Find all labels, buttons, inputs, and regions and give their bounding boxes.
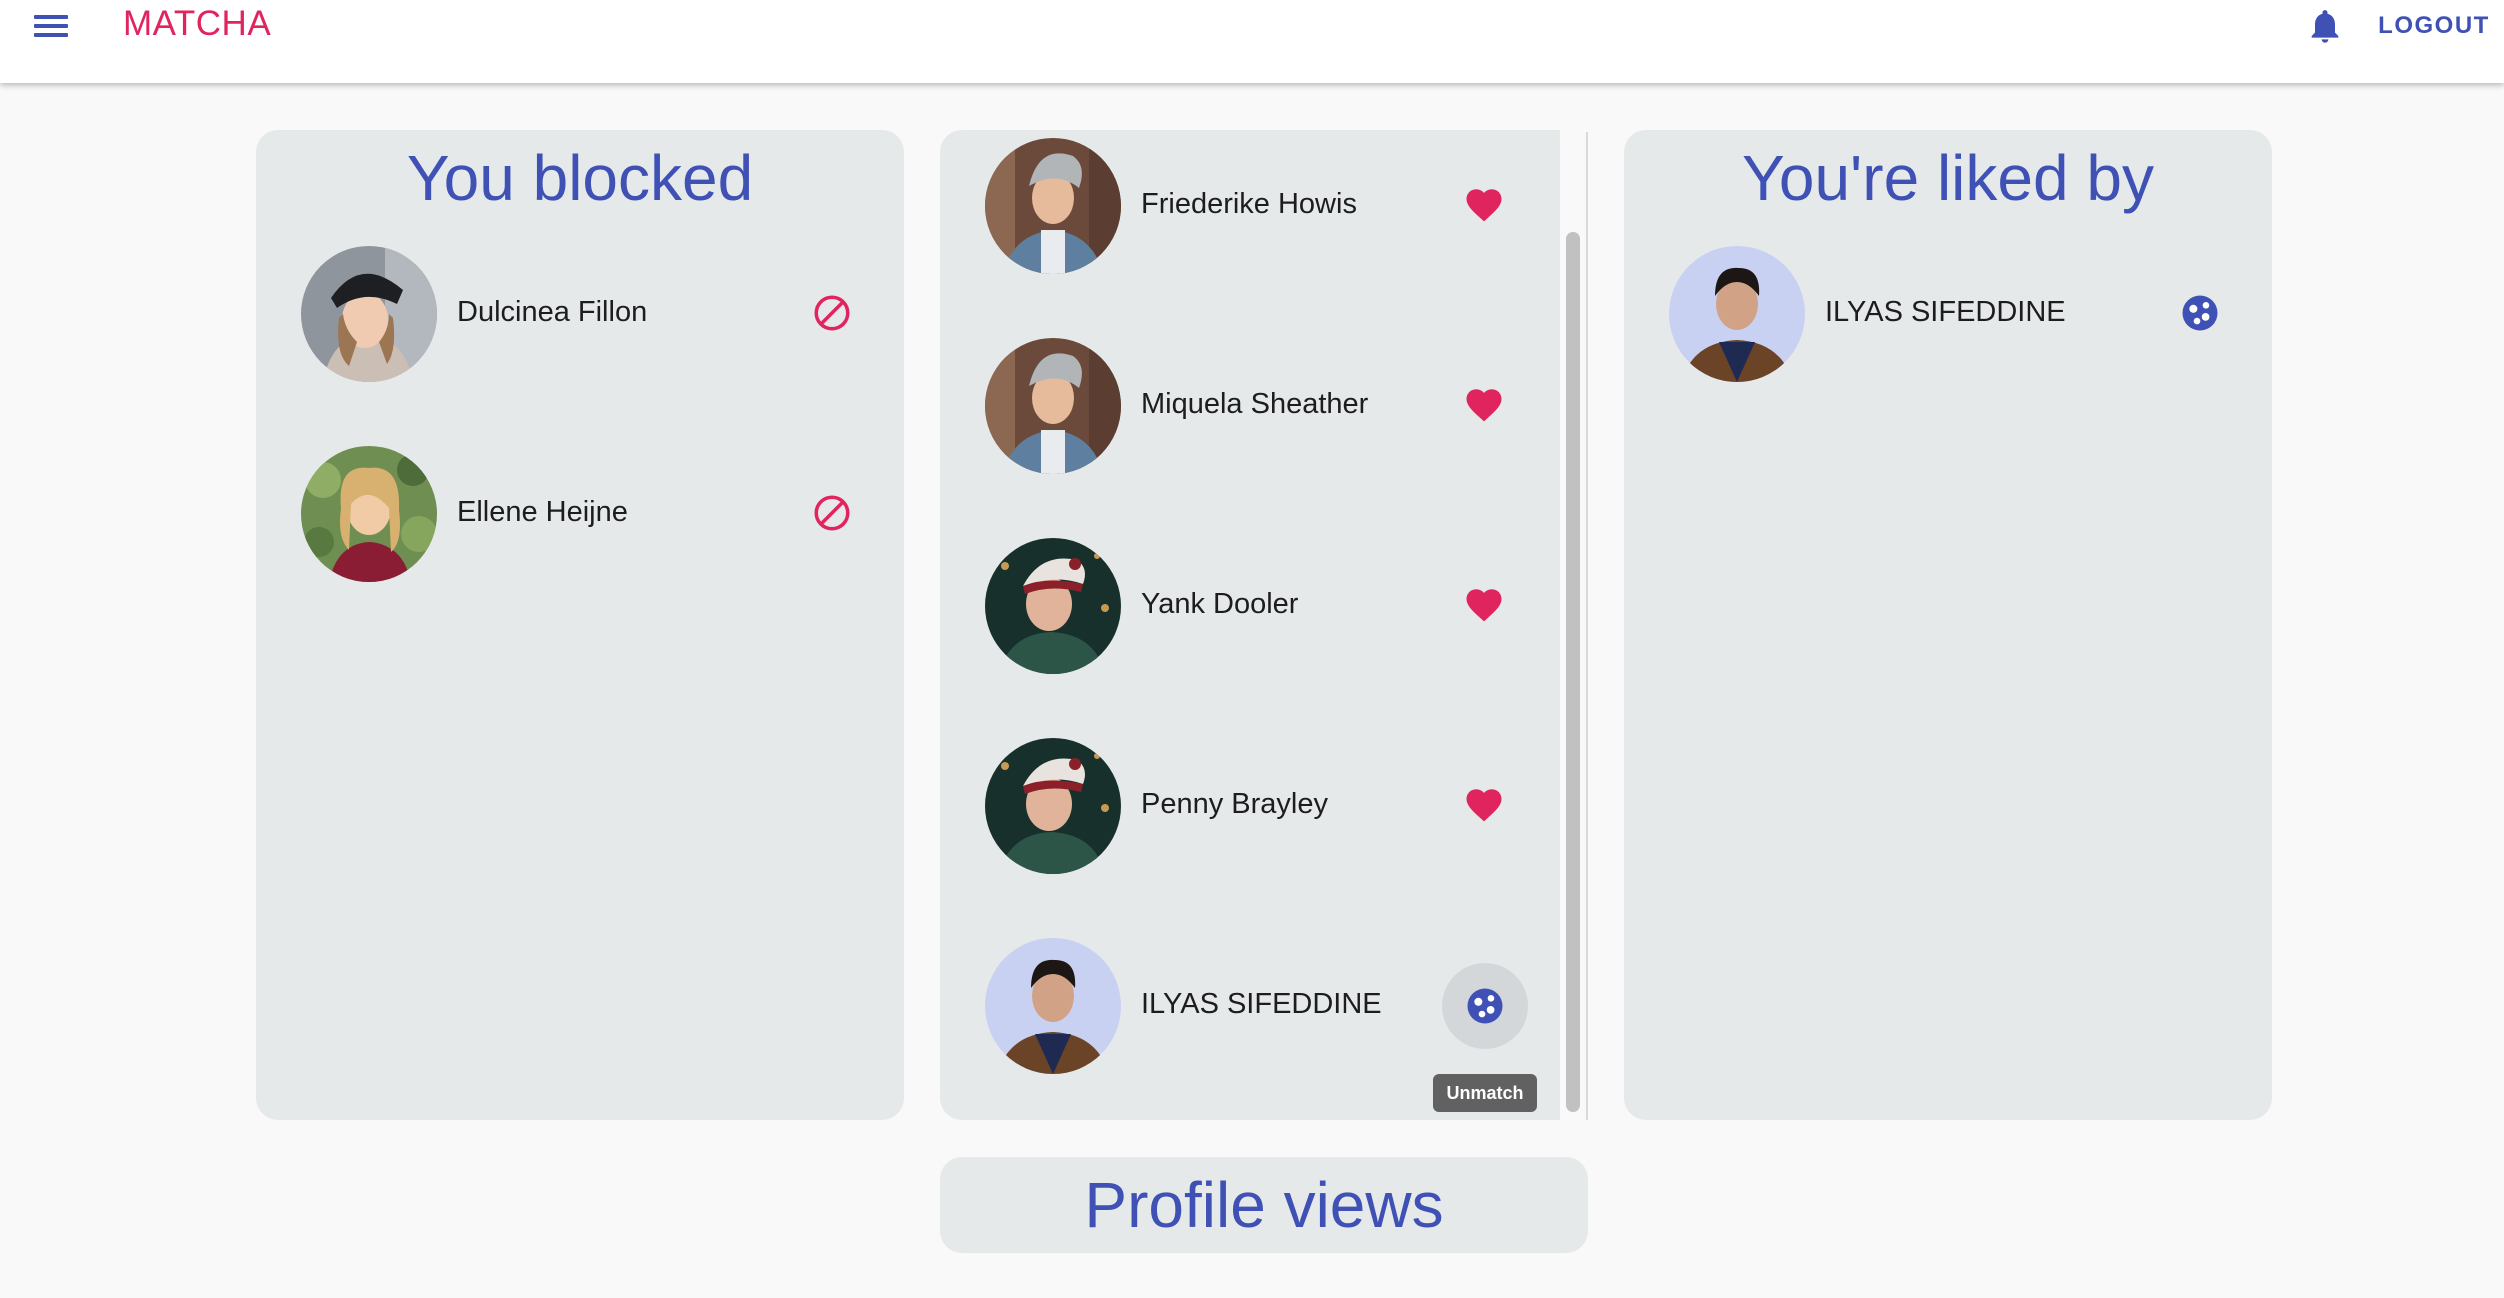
match-user-row[interactable]: Yank Dooler: [985, 538, 1545, 674]
match-user-row[interactable]: Penny Brayley: [985, 738, 1545, 874]
user-name[interactable]: ILYAS SIFEDDINE: [1141, 988, 1382, 1021]
profile-views-title: Profile views: [1084, 1169, 1444, 1241]
unmatch-tooltip: Unmatch: [1433, 1074, 1537, 1112]
user-name[interactable]: Friederike Howis: [1141, 188, 1357, 221]
avatar[interactable]: [985, 338, 1121, 474]
match-user-row[interactable]: Miquela Sheather: [985, 338, 1545, 474]
user-name[interactable]: Miquela Sheather: [1141, 388, 1368, 421]
liked-by-user-row[interactable]: ILYAS SIFEDDINE: [1669, 246, 2229, 382]
user-name[interactable]: Penny Brayley: [1141, 788, 1328, 821]
logout-button[interactable]: LOGOUT: [2376, 10, 2492, 46]
blocked-user-row[interactable]: Dulcinea Fillon: [301, 246, 861, 382]
block-icon[interactable]: [811, 292, 853, 334]
profile-views-panel: Profile views: [940, 1157, 1588, 1253]
match-user-row[interactable]: Friederike Howis: [985, 138, 1545, 274]
brand-logo[interactable]: MATCHA: [123, 4, 271, 44]
panel-divider: [1586, 132, 1588, 1120]
match-user-row[interactable]: ILYAS SIFEDDINE: [985, 938, 1545, 1074]
avatar[interactable]: [985, 738, 1121, 874]
avatar[interactable]: [985, 938, 1121, 1074]
avatar[interactable]: [301, 446, 437, 582]
heart-icon[interactable]: [1463, 184, 1505, 226]
liked-by-title: You're liked by: [1742, 142, 2154, 214]
avatar[interactable]: [985, 138, 1121, 274]
scrollbar[interactable]: [1566, 232, 1580, 1112]
user-name[interactable]: ILYAS SIFEDDINE: [1825, 296, 2066, 329]
avatar[interactable]: [985, 538, 1121, 674]
avatar[interactable]: [1669, 246, 1805, 382]
avatar[interactable]: [301, 246, 437, 382]
heart-icon[interactable]: [1463, 584, 1505, 626]
blocked-title-text: You blocked: [406, 142, 754, 214]
match-icon[interactable]: [2179, 292, 2221, 334]
bell-icon[interactable]: [2305, 4, 2345, 48]
unmatch-icon: [1464, 985, 1506, 1027]
user-name[interactable]: Yank Dooler: [1141, 588, 1298, 621]
heart-icon[interactable]: [1463, 384, 1505, 426]
blocked-user-row[interactable]: Ellene Heijne: [301, 446, 861, 582]
app-bar: MATCHA LOGOUT: [0, 0, 2504, 83]
block-icon[interactable]: [811, 492, 853, 534]
unmatch-button[interactable]: [1442, 963, 1528, 1049]
heart-icon[interactable]: [1463, 784, 1505, 826]
menu-icon[interactable]: [30, 8, 74, 44]
user-name[interactable]: Ellene Heijne: [457, 496, 628, 529]
user-name[interactable]: Dulcinea Fillon: [457, 296, 647, 329]
